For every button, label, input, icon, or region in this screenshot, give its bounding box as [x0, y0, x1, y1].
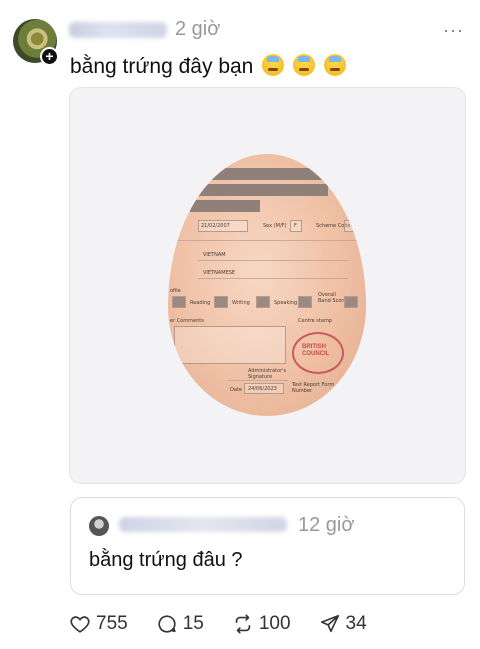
send-icon [320, 614, 339, 633]
cert-centre-stamp: Centre stamp [298, 318, 332, 324]
post-text: bằng trứng đây bạn [70, 54, 346, 79]
post-actions: 755 15 100 34 [69, 612, 395, 636]
cert-line [198, 260, 348, 261]
reply-button[interactable]: 15 [156, 613, 204, 635]
cert-comments: er Comments [170, 318, 204, 324]
cert-country: VIETNAM [203, 252, 226, 258]
post-time: 2 giờ [175, 18, 221, 40]
cert-comments-box [174, 326, 286, 364]
quoted-post[interactable]: 12 giờ bằng trứng đâu ? [70, 497, 465, 595]
quoted-author-avatar[interactable] [89, 516, 109, 536]
cert-date-value: 24/06/2023 [248, 386, 277, 392]
cert-trf: Test Report Form Number [292, 382, 335, 394]
cert-score-box [214, 296, 228, 308]
cert-field [344, 220, 358, 232]
stamp-text: BRITISH COUNCIL [302, 344, 330, 357]
more-options-icon[interactable]: ··· [443, 20, 464, 41]
cert-line [228, 380, 288, 381]
like-count: 755 [96, 613, 128, 634]
cert-score-box [344, 296, 358, 308]
reply-count: 15 [182, 613, 204, 634]
repost-button[interactable]: 100 [232, 613, 291, 635]
cert-reading: Reading [190, 300, 211, 306]
egg-certificate-image: 21/02/2007 Sex (M/F) F Scheme Code VIETN… [168, 154, 366, 416]
british-council-stamp: BRITISH COUNCIL [292, 332, 344, 374]
downcast-sweat-emoji-icon [293, 54, 316, 76]
share-count: 34 [345, 613, 367, 634]
cert-admin-signature: Administrator's Signature [248, 368, 287, 380]
cert-score-box [256, 296, 270, 308]
downcast-sweat-emoji-icon [262, 54, 285, 76]
post-text-content: bằng trứng đây bạn [70, 55, 254, 78]
redacted-bar [198, 184, 328, 196]
cert-line [168, 240, 366, 241]
cert-writing: Writing [232, 300, 250, 306]
cert-speaking: Speaking [274, 300, 298, 306]
post-image[interactable]: 21/02/2007 Sex (M/F) F Scheme Code VIETN… [69, 87, 466, 484]
redacted-bar [190, 200, 260, 212]
share-button[interactable]: 34 [319, 613, 367, 635]
cert-date: 21/02/2007 [201, 223, 230, 229]
cert-line [198, 278, 348, 279]
quoted-post-text: bằng trứng đâu ? [89, 549, 243, 571]
author-username-blurred[interactable] [69, 22, 167, 38]
cert-profile: ofile [170, 288, 181, 294]
cert-score-box [172, 296, 186, 308]
quoted-username-blurred[interactable] [119, 517, 287, 532]
cert-date-label: Date [230, 387, 242, 393]
like-button[interactable]: 755 [69, 613, 128, 635]
cert-sex-label: Sex (M/F) [263, 223, 287, 229]
cert-sex: F [294, 223, 297, 229]
cert-score-box [298, 296, 312, 308]
heart-icon [70, 616, 90, 633]
follow-plus-icon[interactable]: + [40, 47, 59, 66]
repost-count: 100 [258, 613, 291, 634]
comment-icon [158, 615, 176, 633]
repost-icon [235, 614, 251, 634]
quoted-post-time: 12 giờ [298, 514, 355, 536]
cert-language: VIETNAMESE [203, 270, 236, 276]
redacted-bar [208, 168, 328, 180]
downcast-sweat-emoji-icon [323, 54, 346, 76]
